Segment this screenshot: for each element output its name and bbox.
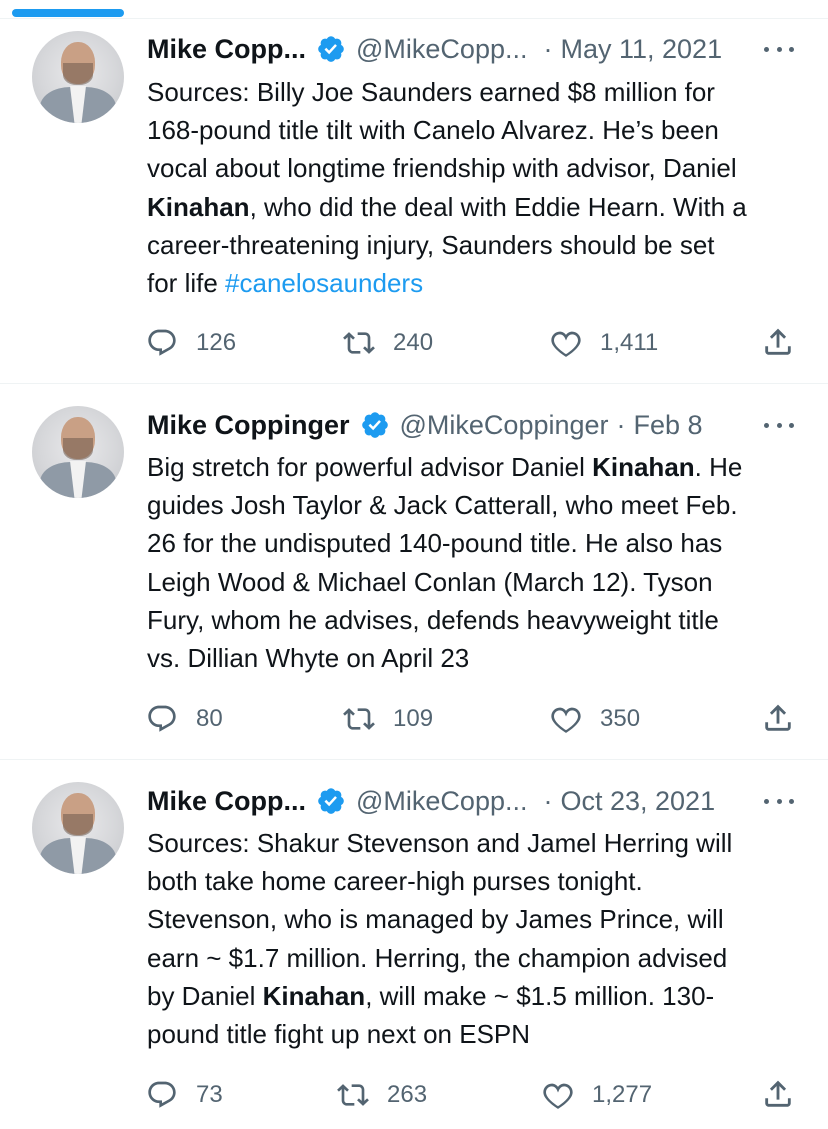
top-divider <box>0 18 828 19</box>
heart-icon <box>543 1083 573 1109</box>
author-name[interactable]: Mike Copp... <box>147 786 306 817</box>
tweet-actions: 73 263 1,277 <box>0 1077 828 1113</box>
scroll-indicator-bar <box>12 9 124 17</box>
tweet-header: Mike Copp... @MikeCopp... · May 11, 2021 <box>147 34 722 64</box>
verified-badge-icon <box>361 412 388 438</box>
verified-badge-icon <box>318 788 344 814</box>
tweet-actions: 80 109 350 <box>0 701 828 737</box>
retweet-button[interactable]: 109 <box>343 701 433 737</box>
tweet-divider <box>0 759 828 760</box>
avatar[interactable] <box>32 31 124 123</box>
like-count: 350 <box>600 705 641 732</box>
like-button[interactable]: 1,411 <box>550 325 658 361</box>
heart-icon <box>551 707 581 733</box>
share-button[interactable] <box>761 701 795 737</box>
more-icon[interactable] <box>764 34 794 64</box>
tweet-text: Sources: Billy Joe Saunders earned $8 mi… <box>147 77 747 299</box>
author-name[interactable]: Mike Coppinger <box>147 410 350 441</box>
verified-badge-icon <box>318 36 344 62</box>
retweet-icon <box>337 1084 369 1106</box>
reply-count: 126 <box>196 329 237 356</box>
more-icon[interactable] <box>764 410 794 440</box>
share-button[interactable] <box>761 1077 795 1113</box>
tweet-text: Sources: Shakur Stevenson and Jamel Herr… <box>147 828 733 1050</box>
like-button[interactable]: 1,277 <box>542 1077 652 1113</box>
avatar[interactable] <box>32 406 124 498</box>
retweet-count: 263 <box>387 1081 428 1108</box>
tweet-date[interactable]: Oct 23, 2021 <box>560 786 715 817</box>
reply-icon <box>148 329 176 356</box>
retweet-button[interactable]: 263 <box>337 1077 427 1113</box>
retweet-icon <box>343 708 375 730</box>
reply-count: 73 <box>196 1081 223 1108</box>
share-icon <box>765 1080 791 1107</box>
separator-dot: · <box>616 409 626 440</box>
reply-count: 80 <box>196 705 223 732</box>
author-name[interactable]: Mike Copp... <box>147 34 306 65</box>
reply-button[interactable]: 73 <box>146 1077 223 1113</box>
author-handle[interactable]: @MikeCopp... <box>356 34 527 65</box>
retweet-count: 109 <box>393 705 434 732</box>
tweet-divider <box>0 383 828 384</box>
reply-icon <box>148 705 176 732</box>
retweet-icon <box>343 332 375 354</box>
tweet-header: Mike Coppinger @MikeCoppinger · Feb 8 <box>147 410 703 440</box>
heart-icon <box>551 331 581 357</box>
reply-button[interactable]: 126 <box>146 325 236 361</box>
like-button[interactable]: 350 <box>550 701 640 737</box>
share-icon <box>765 704 791 731</box>
tweet-date[interactable]: Feb 8 <box>634 410 703 441</box>
separator-dot: · <box>543 785 553 816</box>
author-handle[interactable]: @MikeCopp... <box>356 786 527 817</box>
separator-dot: · <box>543 33 553 64</box>
reply-button[interactable]: 80 <box>146 701 223 737</box>
like-count: 1,277 <box>592 1081 653 1108</box>
retweet-count: 240 <box>393 329 434 356</box>
author-handle[interactable]: @MikeCoppinger <box>400 410 609 441</box>
share-button[interactable] <box>761 325 795 361</box>
share-icon <box>765 328 791 355</box>
avatar[interactable] <box>32 782 124 874</box>
tweet-header: Mike Copp... @MikeCopp... · Oct 23, 2021 <box>147 786 715 816</box>
hashtag-link[interactable]: #canelosaunders <box>225 268 423 298</box>
retweet-button[interactable]: 240 <box>343 325 433 361</box>
reply-icon <box>148 1081 176 1108</box>
tweet-text: Big stretch for powerful advisor Daniel … <box>147 452 743 674</box>
tweet-actions: 126 240 1,411 <box>0 325 828 361</box>
like-count: 1,411 <box>600 329 659 356</box>
more-icon[interactable] <box>764 786 794 816</box>
tweet-date[interactable]: May 11, 2021 <box>560 34 722 65</box>
